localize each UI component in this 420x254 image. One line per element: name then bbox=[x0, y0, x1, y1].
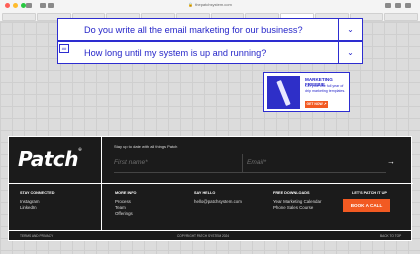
forward-icon[interactable] bbox=[48, 3, 54, 8]
patch-logo[interactable]: Patch® bbox=[18, 147, 82, 171]
lets-patch-column: LET'S PATCH IT UP bbox=[352, 191, 387, 199]
tab[interactable] bbox=[384, 13, 418, 21]
promo-card: MARKETING FREEBIE Get your one full year… bbox=[263, 72, 350, 112]
faq-item[interactable]: Do you write all the email marketing for… bbox=[57, 18, 363, 41]
promo-image bbox=[267, 76, 300, 109]
back-to-top-link[interactable]: BACK TO TOP bbox=[380, 234, 401, 238]
tabs-overview-icon[interactable] bbox=[405, 3, 411, 8]
column-heading: FREE DOWNLOADS bbox=[273, 191, 310, 195]
minimize-window-icon[interactable] bbox=[13, 3, 18, 8]
sidebar-toggle-icon[interactable] bbox=[26, 3, 32, 8]
book-a-call-button[interactable]: BOOK A CALL bbox=[343, 199, 390, 212]
get-now-button[interactable]: GET NOW ↗ bbox=[305, 101, 328, 108]
chevron-down-icon[interactable]: ⌄ bbox=[338, 42, 362, 63]
share-icon[interactable] bbox=[385, 3, 391, 8]
offerings-link[interactable]: Offerings bbox=[115, 211, 137, 217]
column-heading: STAY CONNECTED bbox=[20, 191, 55, 195]
close-window-icon[interactable] bbox=[5, 3, 10, 8]
terms-link[interactable]: TERMS AND PRIVACY bbox=[20, 234, 53, 238]
new-tab-icon[interactable] bbox=[395, 3, 401, 8]
copyright-text: COPYRIGHT PATCH SYSTEM 2024 bbox=[177, 234, 230, 238]
promo-description: Get your one full year of drip marketing… bbox=[305, 84, 346, 93]
footer-bottom-bar: TERMS AND PRIVACY COPYRIGHT PATCH SYSTEM… bbox=[8, 231, 412, 241]
column-heading: SAY HELLO bbox=[194, 191, 216, 195]
email-field[interactable]: Email* bbox=[247, 159, 266, 166]
faq-question: How long until my system is up and runni… bbox=[84, 47, 267, 58]
window-controls[interactable] bbox=[5, 3, 26, 8]
form-underline bbox=[114, 172, 386, 173]
logo-cell: Patch® bbox=[9, 137, 102, 184]
linkedin-link[interactable]: LinkedIn bbox=[20, 205, 55, 211]
address-bar[interactable]: 🔒 thepatchsystem.com bbox=[150, 2, 270, 8]
side-marker: ## bbox=[59, 44, 69, 53]
email-link[interactable]: hello@patchsystem.com bbox=[194, 199, 242, 205]
back-icon[interactable] bbox=[40, 3, 46, 8]
tab[interactable] bbox=[2, 13, 36, 21]
faq-question: Do you write all the email marketing for… bbox=[84, 24, 303, 35]
column-heading: LET'S PATCH IT UP bbox=[352, 191, 387, 195]
newsletter-label: Stay up to date with all things Patch bbox=[114, 144, 178, 149]
more-info-column: MORE INFO Process Team Offerings bbox=[115, 191, 137, 217]
free-downloads-column: FREE DOWNLOADS Year Marketing Calendar P… bbox=[273, 191, 321, 211]
sales-course-link[interactable]: Phone Sales Course bbox=[273, 205, 321, 211]
url-text: thepatchsystem.com bbox=[195, 2, 232, 7]
pen-icon bbox=[276, 80, 291, 106]
footer: Patch® Stay up to date with all things P… bbox=[8, 136, 413, 232]
column-heading: MORE INFO bbox=[115, 191, 137, 195]
first-name-field[interactable]: First name* bbox=[114, 159, 148, 166]
stay-connected-column: STAY CONNECTED Instagram LinkedIn bbox=[20, 191, 55, 211]
say-hello-column: SAY HELLO hello@patchsystem.com bbox=[194, 191, 242, 205]
faq-item[interactable]: How long until my system is up and runni… bbox=[57, 41, 363, 64]
lock-icon: 🔒 bbox=[188, 2, 194, 7]
submit-arrow-icon[interactable]: → bbox=[387, 157, 395, 166]
newsletter-form: Stay up to date with all things Patch Fi… bbox=[102, 137, 413, 184]
chevron-down-icon[interactable]: ⌄ bbox=[338, 19, 362, 40]
field-divider bbox=[242, 154, 243, 172]
